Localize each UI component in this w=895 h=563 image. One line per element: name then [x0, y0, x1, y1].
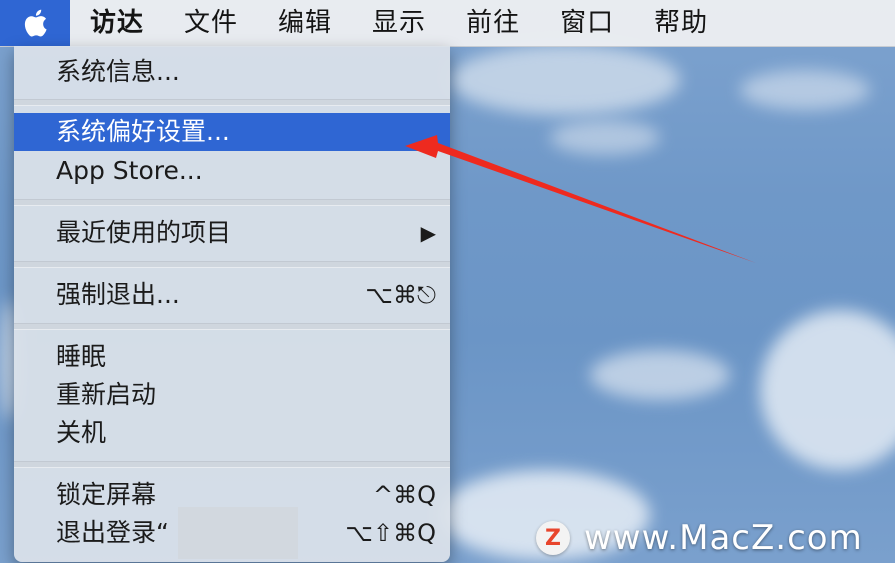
red-arrow-annotation — [405, 135, 756, 263]
logo-letter: Z — [545, 525, 561, 551]
watermark-text: www.MacZ.com — [584, 518, 863, 558]
macz-logo-icon: Z — [536, 521, 570, 555]
watermark: Z www.MacZ.com — [536, 518, 863, 558]
